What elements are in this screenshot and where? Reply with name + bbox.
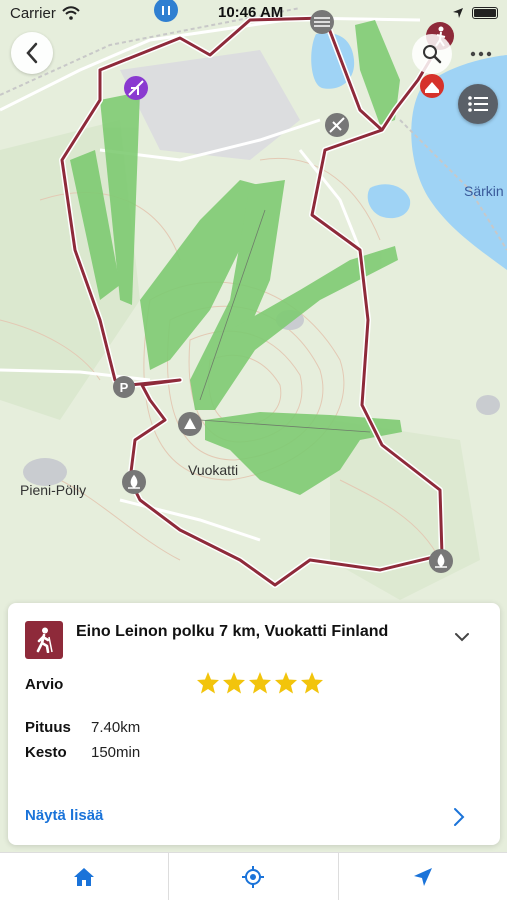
star-icon xyxy=(275,672,297,694)
target-icon xyxy=(242,865,265,888)
search-button[interactable] xyxy=(412,34,452,74)
length-label: Pituus xyxy=(25,719,71,736)
slope-marker-icon[interactable] xyxy=(124,76,148,100)
tab-home[interactable] xyxy=(0,853,170,900)
shelter-marker-icon[interactable] xyxy=(420,74,444,98)
ski-lift-marker-icon[interactable] xyxy=(325,113,349,137)
svg-text:P: P xyxy=(120,380,129,395)
search-icon xyxy=(423,45,442,64)
clock: 10:46 AM xyxy=(218,4,284,21)
status-bar: Carrier 10:46 AM xyxy=(0,0,507,28)
campfire-marker-icon[interactable] xyxy=(122,470,146,494)
ellipsis-icon xyxy=(470,51,492,57)
chevron-left-icon xyxy=(26,42,38,64)
location-services-icon xyxy=(453,8,463,18)
tab-navigate[interactable] xyxy=(339,853,507,900)
parking-marker-icon[interactable]: P xyxy=(113,376,135,398)
carrier-label: Carrier xyxy=(10,5,56,22)
chevron-down-icon[interactable] xyxy=(452,629,472,645)
list-icon xyxy=(468,96,488,112)
star-icon xyxy=(197,672,219,694)
layers-list-button[interactable] xyxy=(458,84,498,124)
tab-locate[interactable] xyxy=(169,853,339,900)
star-icon xyxy=(249,672,271,694)
rating-stars xyxy=(196,671,324,695)
more-options-button[interactable] xyxy=(464,40,498,68)
map-label-lake: Särkin xyxy=(464,183,504,199)
map-label-town: Vuokatti xyxy=(188,462,239,478)
battery-icon xyxy=(472,7,498,19)
duration-value: 150min xyxy=(91,744,141,761)
map-label-pond: Pieni-Pölly xyxy=(20,482,87,498)
route-info-card[interactable]: Eino Leinon polku 7 km, Vuokatti Finland… xyxy=(8,603,500,845)
star-icon xyxy=(301,672,323,694)
home-icon xyxy=(74,867,95,886)
summit-marker-icon[interactable] xyxy=(178,412,202,436)
wifi-icon xyxy=(62,6,80,20)
tab-bar xyxy=(0,852,507,900)
duration-label: Kesto xyxy=(25,744,67,761)
hiking-icon xyxy=(25,621,63,659)
route-title: Eino Leinon polku 7 km, Vuokatti Finland xyxy=(76,623,389,640)
star-icon xyxy=(223,672,245,694)
chevron-right-icon[interactable] xyxy=(452,806,466,828)
navigation-arrow-icon xyxy=(413,867,432,886)
back-button[interactable] xyxy=(11,32,53,74)
campfire-marker-icon[interactable] xyxy=(429,549,453,573)
show-more-link[interactable]: Näytä lisää xyxy=(25,807,103,824)
rating-label: Arvio xyxy=(25,676,64,693)
length-value: 7.40km xyxy=(91,719,141,736)
